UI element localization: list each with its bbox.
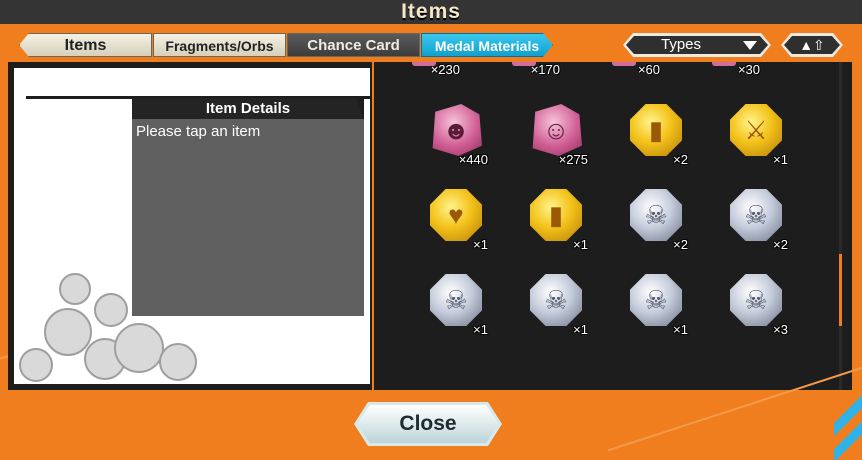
item-quantity: ×30 [737, 62, 760, 77]
item-quantity: ×3 [773, 322, 788, 337]
skull-medal-icon: ☠ [730, 274, 782, 326]
item-grid: ×230 ×170 ×60 ×30 ☻ ×440 ☺ ×275 ▮ ×2 ⚔ ×… [380, 62, 830, 390]
grid-item[interactable]: ▮ ×2 [608, 96, 708, 180]
grid-item[interactable]: ☺ ×275 [508, 96, 608, 180]
item-quantity: ×275 [558, 152, 588, 167]
grid-item[interactable]: ☠ ×1 [408, 266, 508, 350]
grid-item[interactable]: ☠ ×1 [608, 266, 708, 350]
title-bar: Items [0, 0, 862, 24]
decor-coin [59, 273, 91, 305]
grid-item[interactable]: ☠ ×1 [508, 266, 608, 350]
skull-medal-icon: ☠ [430, 274, 482, 326]
skull-medal-icon: ☠ [630, 274, 682, 326]
armor-medal-icon: ▮ [530, 189, 582, 241]
up-down-arrows-icon: ▲⇧ [784, 36, 840, 54]
item-quantity: ×1 [473, 322, 488, 337]
grid-item[interactable]: ☠ ×3 [708, 266, 808, 350]
grid-item-partial[interactable]: ×170 [480, 62, 580, 82]
window-frame: Items Items Fragments/Orbs Chance Card M… [0, 0, 862, 460]
decor-coin [94, 293, 128, 327]
item-quantity: ×230 [430, 62, 460, 77]
character-portrait-icon: ☻ [432, 104, 482, 156]
item-quantity: ×60 [637, 62, 660, 77]
decor-coin [19, 348, 53, 382]
item-preview-panel: Item Details Please tap an item [14, 68, 370, 384]
grid-item[interactable]: ☠ ×2 [608, 181, 708, 265]
grid-item[interactable]: ☻ ×440 [408, 96, 508, 180]
sort-type-select[interactable]: Types [623, 33, 771, 57]
close-button[interactable]: Close [354, 402, 502, 446]
grid-item-partial[interactable]: ×230 [380, 62, 480, 82]
decor-coin [114, 323, 164, 373]
skull-medal-icon: ☠ [730, 189, 782, 241]
grid-item[interactable]: ♥ ×1 [408, 181, 508, 265]
close-button-label: Close [357, 405, 499, 443]
grid-item[interactable]: ▮ ×1 [508, 181, 608, 265]
tab-items[interactable]: Items [19, 33, 152, 57]
skull-medal-icon: ☠ [530, 274, 582, 326]
item-quantity: ×1 [573, 322, 588, 337]
item-icon-fragment [712, 62, 736, 66]
item-quantity: ×1 [773, 152, 788, 167]
item-quantity: ×1 [473, 237, 488, 252]
grid-item[interactable]: ☠ ×2 [708, 181, 808, 265]
panel-divider [372, 62, 374, 390]
character-portrait-icon: ☺ [532, 104, 582, 156]
armor-medal-icon: ▮ [630, 104, 682, 156]
item-quantity: ×2 [773, 237, 788, 252]
item-quantity: ×1 [673, 322, 688, 337]
tab-medal-materials[interactable]: Medal Materials [421, 33, 553, 57]
content-area: Item Details Please tap an item ×230 ×17… [8, 62, 852, 390]
item-quantity: ×2 [673, 152, 688, 167]
item-details-text: Please tap an item [136, 123, 261, 140]
decor-coin [44, 308, 92, 356]
item-quantity: ×2 [673, 237, 688, 252]
grid-item-partial[interactable]: ×30 [680, 62, 780, 82]
sort-type-label: Types [660, 36, 702, 53]
item-quantity: ×1 [573, 237, 588, 252]
item-details-box: Item Details Please tap an item [132, 98, 364, 316]
sword-medal-icon: ⚔ [730, 104, 782, 156]
skull-medal-icon: ☠ [630, 189, 682, 241]
window-title: Items [401, 0, 461, 23]
item-details-header: Item Details [132, 98, 364, 119]
item-quantity: ×440 [458, 152, 488, 167]
tab-chance-card[interactable]: Chance Card [287, 33, 420, 57]
grid-item[interactable]: ⚔ ×1 [708, 96, 808, 180]
decor-coin [159, 343, 197, 381]
item-quantity: ×170 [530, 62, 560, 77]
tab-fragments-orbs[interactable]: Fragments/Orbs [153, 33, 286, 57]
scrollbar-track[interactable] [839, 62, 842, 390]
triangle-down-icon [743, 41, 757, 50]
heart-medal-icon: ♥ [430, 189, 482, 241]
sort-type-select-body: Types [626, 36, 768, 54]
grid-item-partial[interactable]: ×60 [580, 62, 680, 82]
item-icon-fragment [612, 62, 636, 66]
decor-stripe [834, 380, 862, 460]
sort-order-button[interactable]: ▲⇧ [781, 33, 843, 57]
scrollbar-thumb[interactable] [839, 254, 842, 326]
